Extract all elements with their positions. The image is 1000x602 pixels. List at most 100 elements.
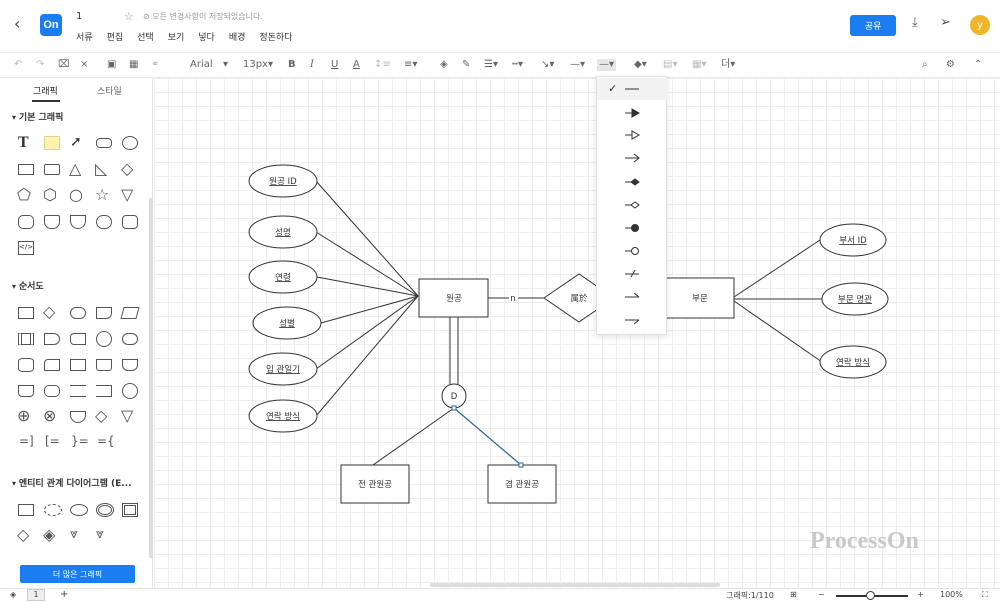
underline-button[interactable]: U	[331, 59, 338, 71]
weak-entity-shape[interactable]	[122, 503, 138, 517]
preparation-shape[interactable]	[44, 385, 60, 397]
menu-file[interactable]: 서류	[76, 30, 93, 43]
brace-left-shape[interactable]: }=	[71, 434, 89, 448]
more-menu[interactable]: 더▾	[721, 59, 735, 71]
diagram-canvas[interactable]: 원공 ID 성명 연령 성별 입 관일기 연락 방식 원공 n 属於 부문 부서…	[154, 78, 1000, 588]
zoom-level[interactable]: 100%	[940, 590, 963, 599]
layer-icon[interactable]: ◆▾	[634, 59, 647, 71]
multivalued-attribute-shape[interactable]	[96, 503, 114, 517]
tag-shape[interactable]	[70, 215, 86, 229]
menu-select[interactable]: 선택	[137, 30, 154, 43]
data-shape[interactable]	[120, 307, 140, 319]
collapse-icon[interactable]: ⌃	[974, 59, 982, 71]
pentagon-shape[interactable]: ⬠	[17, 185, 31, 204]
menu-background[interactable]: 배경	[229, 30, 246, 43]
section-basic-shapes[interactable]: 기본 그래픽	[12, 110, 64, 123]
table-icon[interactable]: ▦	[129, 59, 138, 71]
offpage-shape[interactable]	[70, 411, 86, 423]
attribute-shape[interactable]	[70, 504, 88, 516]
brace-right-shape[interactable]: ={	[97, 434, 115, 448]
edge-attr-gender[interactable]	[320, 295, 419, 324]
layers-icon[interactable]: ◈	[10, 590, 16, 599]
undo-icon[interactable]: ↶	[14, 59, 22, 71]
star-icon[interactable]: ☆	[124, 10, 134, 23]
weak-relationship-shape[interactable]: ◈	[43, 525, 55, 544]
annotation-shape[interactable]	[70, 385, 86, 397]
rectangle-shape[interactable]	[18, 164, 34, 175]
group-icon[interactable]: ▦▾	[692, 59, 706, 71]
tab-graphics[interactable]: 그래픽	[33, 84, 58, 97]
right-triangle-shape[interactable]: ◺	[95, 159, 107, 178]
zoom-in-button[interactable]: +	[917, 590, 924, 599]
canvas-horizontal-scrollbar[interactable]	[430, 583, 720, 587]
manual-operation-shape[interactable]	[18, 385, 34, 397]
line-color-icon[interactable]: ✎	[462, 59, 470, 71]
card2-shape[interactable]	[44, 359, 60, 371]
entity-shape[interactable]	[18, 504, 34, 516]
predefined-process-shape[interactable]	[18, 333, 34, 345]
isa2-shape[interactable]: ⩔	[96, 526, 104, 542]
relationship-shape[interactable]: ◇	[17, 525, 29, 544]
connector-type-icon[interactable]: ↘▾	[541, 59, 554, 71]
redo-icon[interactable]: ↷	[36, 59, 44, 71]
edge-attr-joindate[interactable]	[315, 295, 419, 370]
italic-button[interactable]: I	[310, 59, 314, 71]
menu-edit[interactable]: 편집	[107, 30, 124, 43]
rect2-shape[interactable]	[44, 164, 60, 175]
manual-input-shape[interactable]	[70, 359, 86, 371]
section-flowchart[interactable]: 순서도	[12, 279, 44, 292]
summing-junction-shape[interactable]: ⊕	[17, 406, 30, 425]
circle-shape[interactable]	[122, 136, 138, 150]
selection-handle-end[interactable]	[518, 462, 524, 468]
derived-attribute-shape[interactable]	[44, 504, 62, 516]
terminator-shape[interactable]	[70, 307, 86, 319]
start-arrow-icon[interactable]: —▾	[570, 59, 585, 71]
map-icon[interactable]: ⊞	[790, 590, 797, 599]
link-icon[interactable]: ⚭	[151, 59, 159, 71]
callout-shape[interactable]	[96, 215, 112, 229]
sidebar-scrollbar[interactable]	[149, 198, 153, 558]
menu-arrange[interactable]: 정돈하다	[259, 30, 292, 43]
document-shape[interactable]	[96, 307, 112, 319]
line-shape[interactable]: ➚	[70, 134, 82, 150]
search-icon[interactable]: ⌕	[922, 59, 928, 71]
format-painter-icon[interactable]: ⌧	[58, 59, 70, 71]
more-shapes-button[interactable]: 더 많은 그래픽	[20, 565, 135, 583]
bold-button[interactable]: B	[288, 59, 296, 71]
send-icon[interactable]: ➢	[940, 15, 951, 30]
app-logo[interactable]: On	[40, 14, 62, 36]
or-shape[interactable]: ⊗	[43, 406, 56, 425]
line-spacing-icon[interactable]: ↕≡	[374, 59, 391, 71]
menu-view[interactable]: 보기	[168, 30, 185, 43]
er-diagram[interactable]: 원공 ID 성명 연령 성별 입 관일기 연락 방식 원공 n 属於 부문 부서…	[154, 78, 1000, 588]
fullscreen-icon[interactable]: ⛶	[982, 590, 988, 600]
font-color-button[interactable]: A	[353, 59, 360, 71]
multi-document-shape[interactable]	[122, 359, 138, 371]
edge-d-current-selected[interactable]	[453, 407, 522, 466]
download-icon[interactable]: ⤓	[912, 15, 918, 30]
cloud-shape[interactable]	[18, 215, 34, 229]
edge-d-former[interactable]	[372, 407, 455, 466]
selection-handle-start[interactable]	[451, 405, 457, 411]
section-er-diagram[interactable]: 엔티티 관계 다이어그램 (E...	[12, 476, 132, 489]
add-page-button[interactable]: +	[60, 589, 68, 600]
align-objects-icon[interactable]: ▤▾	[663, 59, 677, 71]
edge-attr-deptcontact[interactable]	[733, 300, 823, 363]
code-shape[interactable]: </>	[18, 241, 34, 255]
align-icon[interactable]: ≡▾	[404, 59, 417, 71]
bracket-right-shape[interactable]: [=	[45, 434, 60, 448]
on-page-ref-shape[interactable]	[122, 383, 138, 399]
clear-format-icon[interactable]: ⨯	[80, 59, 88, 71]
star-shape[interactable]: ☆	[95, 185, 109, 204]
octagon-shape[interactable]: ○	[69, 185, 83, 204]
tab-style[interactable]: 스타일	[97, 84, 122, 97]
paper-tape-shape[interactable]	[96, 359, 112, 371]
avatar[interactable]: y	[970, 15, 990, 35]
merge-shape[interactable]: ▽	[121, 406, 133, 425]
rounded-shape[interactable]	[122, 215, 138, 229]
database-shape[interactable]	[18, 358, 34, 372]
back-icon[interactable]: ‹	[14, 14, 20, 33]
hexagon-shape[interactable]: ⬡	[43, 185, 57, 204]
sort-shape[interactable]: ◇	[95, 406, 107, 425]
font-family-select[interactable]: Arial	[190, 59, 213, 71]
